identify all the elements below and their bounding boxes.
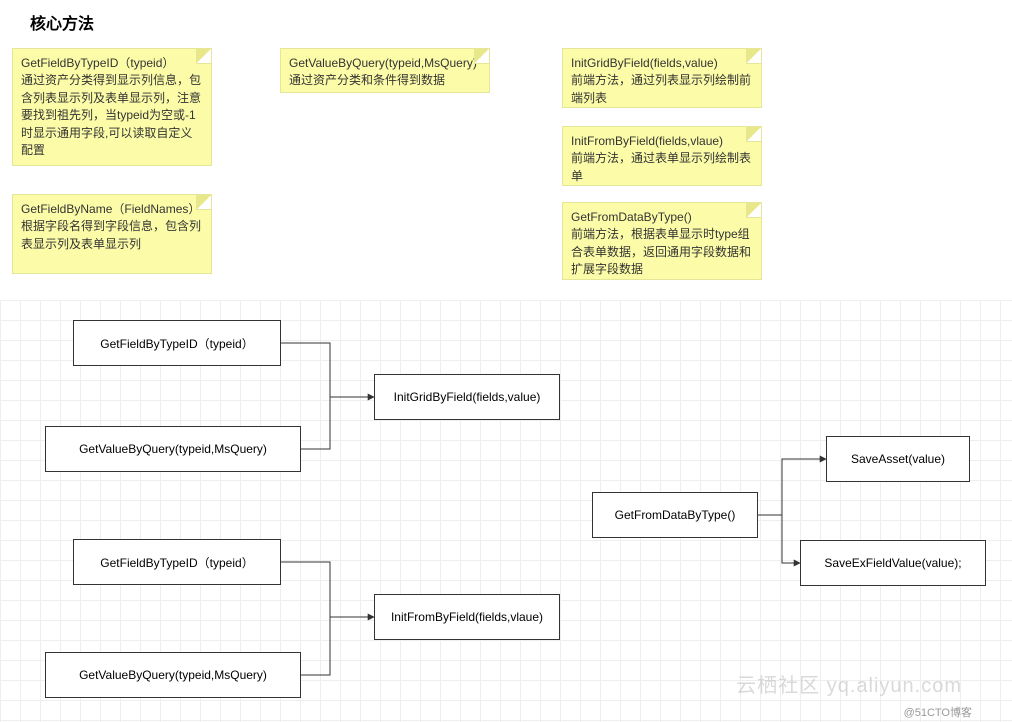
note-desc: 通过资产分类和条件得到数据	[289, 73, 445, 87]
note-desc: 通过资产分类得到显示列信息，包含列表显示列及表单显示列，注意要找到祖先列，当ty…	[21, 73, 201, 157]
note-initgridbyfield: InitGridByField(fields,value) 前端方法，通过列表显…	[562, 48, 762, 108]
note-title: GetFromDataByType()	[571, 210, 692, 224]
box-getfieldbytypeid-2: GetFieldByTypeID（typeid）	[73, 539, 281, 585]
box-getfieldbytypeid-1: GetFieldByTypeID（typeid）	[73, 320, 281, 366]
box-getvaluebyquery-2: GetValueByQuery(typeid,MsQuery)	[45, 652, 301, 698]
note-getfieldbytypeid: GetFieldByTypeID（typeid） 通过资产分类得到显示列信息，包…	[12, 48, 212, 166]
note-getfromdatabytype: GetFromDataByType() 前端方法，根据表单显示时type组合表单…	[562, 202, 762, 280]
note-getvaluebyquery: GetValueByQuery(typeid,MsQuery) 通过资产分类和条…	[280, 48, 490, 93]
note-desc: 前端方法，根据表单显示时type组合表单数据，返回通用字段数据和扩展字段数据	[571, 227, 751, 276]
box-getfromdatabytype: GetFromDataByType()	[592, 492, 758, 538]
page-title: 核心方法	[30, 10, 94, 34]
note-title: GetFieldByName（FieldNames）	[21, 202, 200, 216]
box-initfrombyfield: InitFromByField(fields,vlaue)	[374, 594, 560, 640]
note-desc: 前端方法，通过列表显示列绘制前端列表	[571, 73, 751, 104]
note-getfieldbyname: GetFieldByName（FieldNames） 根据字段名得到字段信息，包…	[12, 194, 212, 274]
box-saveasset: SaveAsset(value)	[826, 436, 970, 482]
watermark-51cto: @51CTO博客	[904, 704, 972, 720]
note-title: InitFromByField(fields,vlaue)	[571, 134, 723, 148]
box-saveexfieldvalue: SaveExFieldValue(value);	[800, 540, 986, 586]
note-title: GetValueByQuery(typeid,MsQuery)	[289, 56, 477, 70]
note-desc: 前端方法，通过表单显示列绘制表单	[571, 151, 751, 182]
note-initfrombyfield: InitFromByField(fields,vlaue) 前端方法，通过表单显…	[562, 126, 762, 186]
note-title: InitGridByField(fields,value)	[571, 56, 718, 70]
watermark-aliyun: 云栖社区 yq.aliyun.com	[736, 669, 962, 698]
note-desc: 根据字段名得到字段信息，包含列表显示列及表单显示列	[21, 219, 201, 250]
box-initgridbyfield: InitGridByField(fields,value)	[374, 374, 560, 420]
note-title: GetFieldByTypeID（typeid）	[21, 56, 174, 70]
box-getvaluebyquery-1: GetValueByQuery(typeid,MsQuery)	[45, 426, 301, 472]
